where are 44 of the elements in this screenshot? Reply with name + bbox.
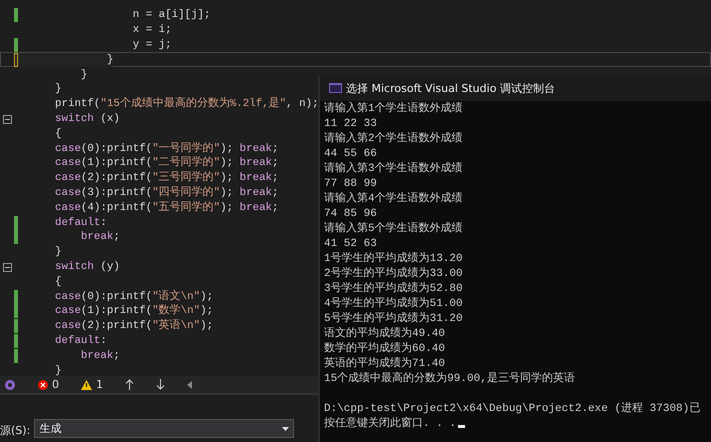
collapse-icon[interactable]: [3, 262, 12, 272]
code-line: break;: [14, 348, 120, 363]
code-line: n = a[i][j];: [14, 8, 211, 22]
console-title: 选择 Microsoft Visual Studio 调试控制台: [346, 80, 555, 96]
source-dropdown[interactable]: 生成: [34, 419, 294, 438]
code-line: case(1):printf("数学\n");: [14, 304, 214, 318]
warning-count: 1: [96, 378, 103, 391]
console-text: 2号学生的平均成绩为33.00: [324, 268, 463, 280]
console-text: 英语的平均成绩为71.40: [324, 358, 446, 370]
arrow-up-icon[interactable]: [125, 379, 134, 390]
code-line: y = j;: [14, 38, 172, 52]
console-text: 4号学生的平均成绩为51.00: [324, 298, 463, 310]
console-app-icon: [329, 83, 342, 93]
console-text: 44 55 66: [324, 148, 377, 160]
code-line: case(0):printf("语文\n");: [14, 290, 214, 304]
code-line: break;: [14, 230, 120, 244]
console-text: D:\cpp-test\Project2\x64\Debug\Project2.exe (进程 37308)已: [324, 403, 700, 415]
code-line: default:: [14, 334, 107, 348]
console-text: 3号学生的平均成绩为52.80: [324, 283, 463, 295]
console-text: 语文的平均成绩为49.40: [324, 328, 446, 340]
console-text: 41 52 63: [324, 238, 377, 250]
source-label: 源(S):: [0, 423, 30, 438]
code-line: default:: [14, 216, 107, 230]
console-text: 数学的平均成绩为60.40: [324, 343, 446, 355]
console-text: 按任意键关闭此窗口. . .: [324, 418, 456, 430]
code-line: case(2):printf("英语\n");: [14, 319, 214, 334]
warning-icon[interactable]: [81, 380, 92, 390]
scroll-left-icon[interactable]: [187, 380, 192, 388]
console-text: 请输入第1个学生语数外成绩: [324, 103, 463, 115]
console-text: 1号学生的平均成绩为13.20: [324, 253, 463, 265]
console-text: 请输入第2个学生语数外成绩: [324, 133, 463, 145]
error-icon[interactable]: [38, 380, 48, 390]
console-text: 15个成绩中最高的分数为99.00,是三号同学的英语: [324, 373, 575, 385]
console-text: 5号学生的平均成绩为31.20: [324, 313, 463, 325]
console-text: 77 88 99: [324, 178, 377, 190]
console-text: 请输入第3个学生语数外成绩: [324, 163, 463, 175]
error-count: 0: [52, 378, 59, 391]
console-text: 74 85 96: [324, 208, 377, 220]
collapse-icon[interactable]: [3, 114, 12, 124]
console-text: 11 22 33: [324, 118, 377, 130]
console-text: 请输入第5个学生语数外成绩: [324, 223, 463, 235]
arrow-down-icon[interactable]: [156, 379, 165, 390]
caret-icon: [282, 426, 290, 430]
console-text: 请输入第4个学生语数外成绩: [324, 193, 463, 205]
